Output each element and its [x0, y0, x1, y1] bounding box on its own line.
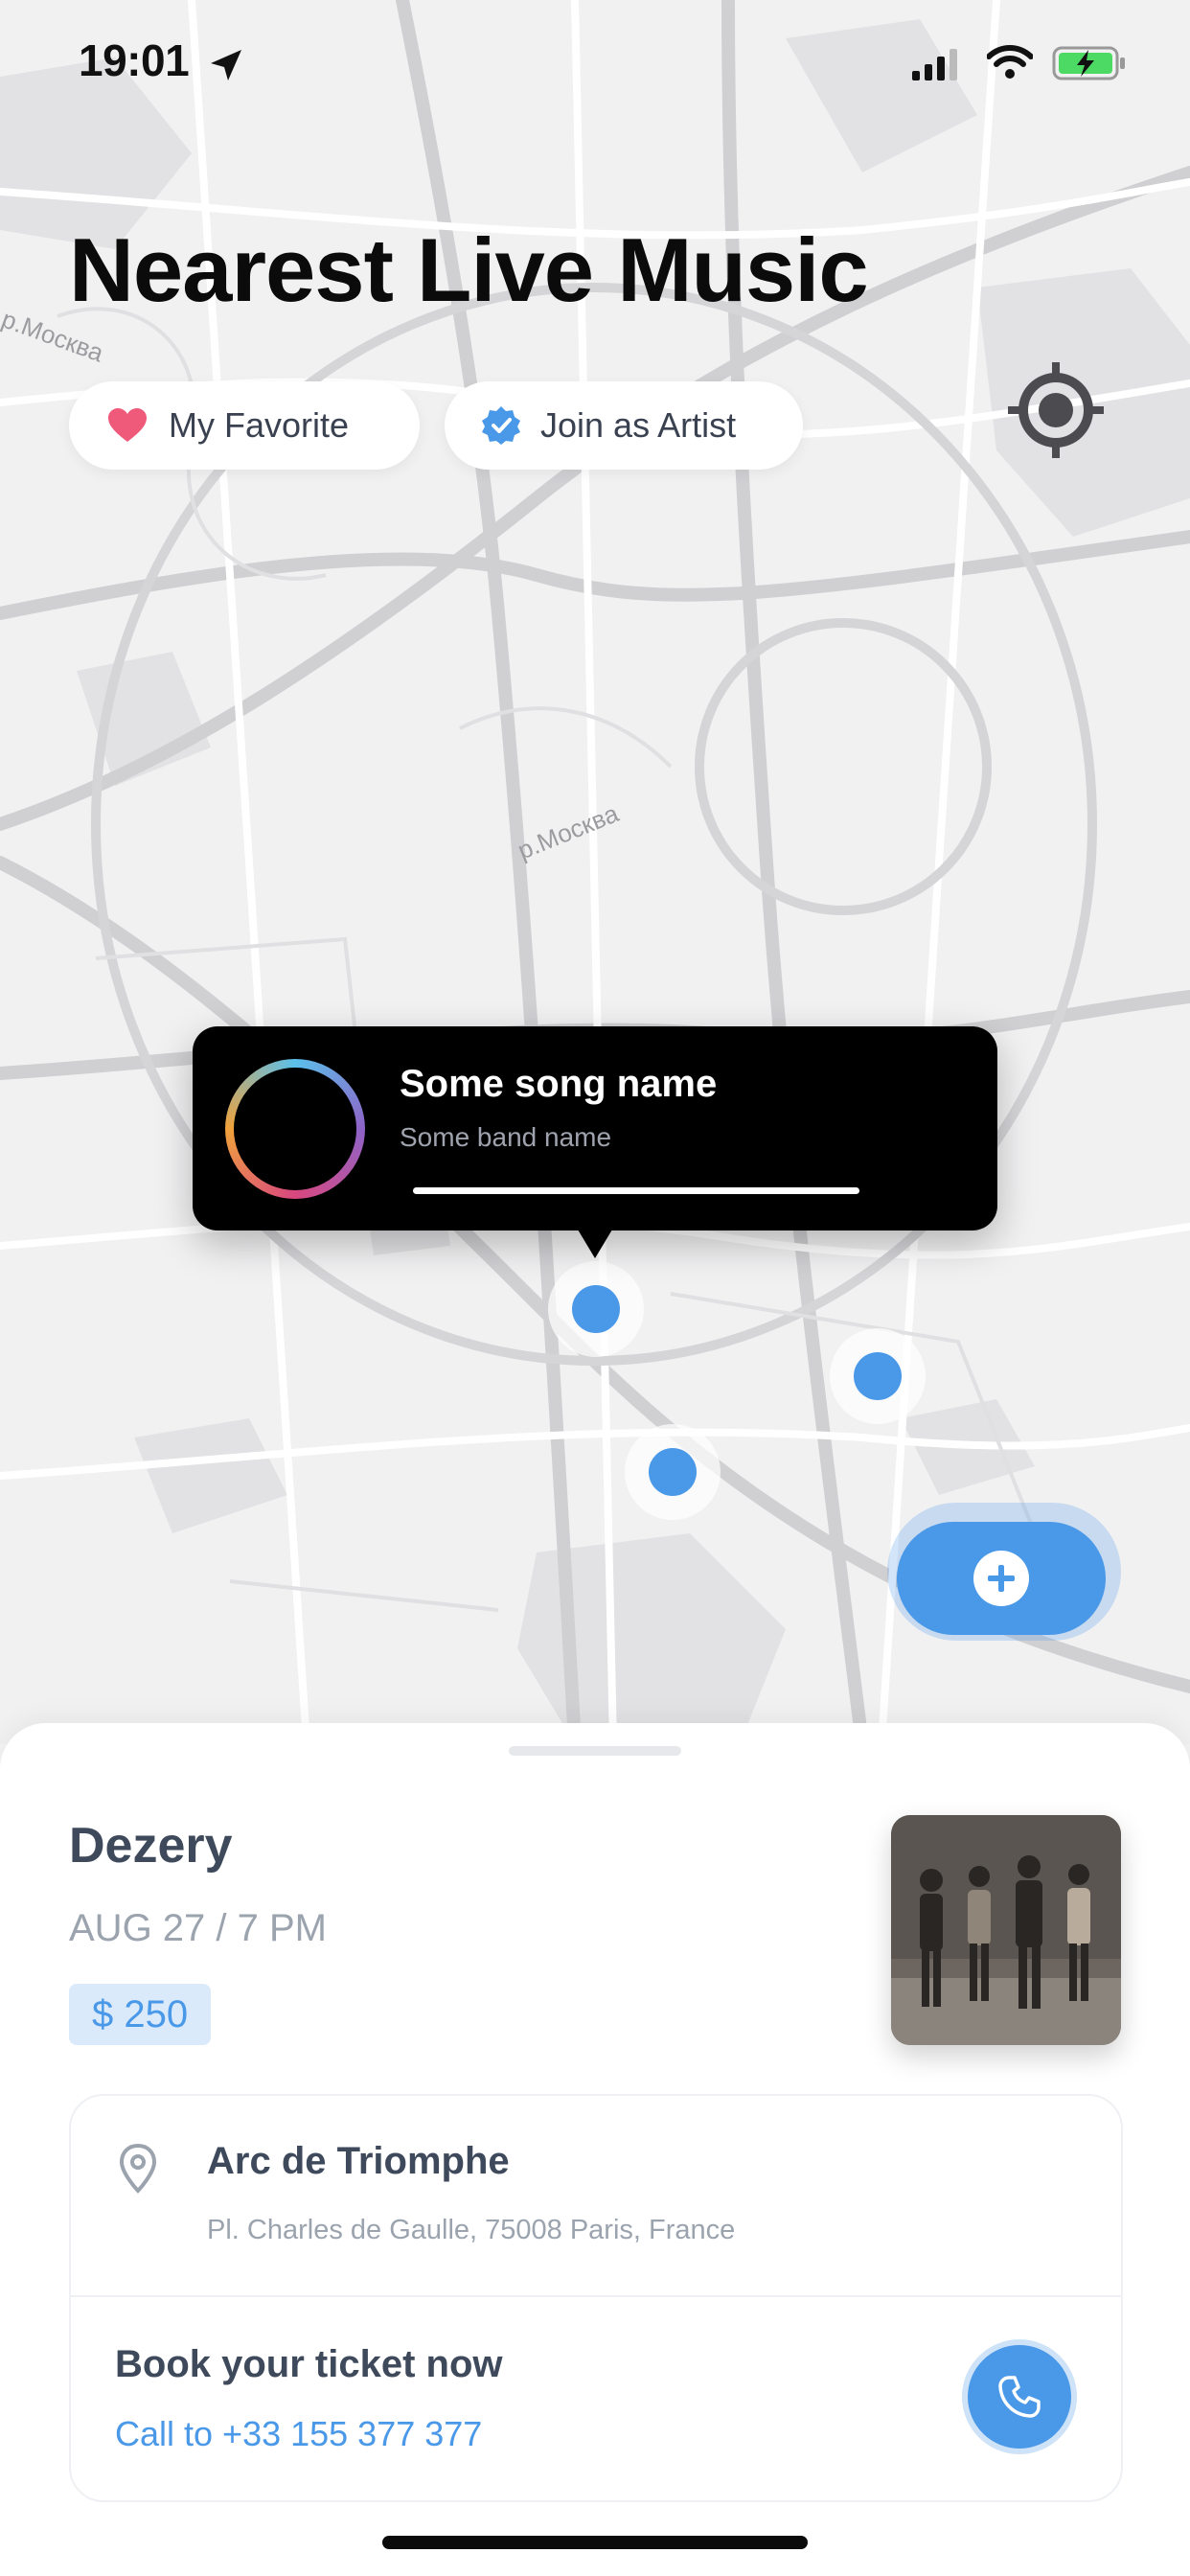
map-pin[interactable] — [649, 1448, 697, 1496]
popup-pointer — [578, 1230, 612, 1258]
sheet-drag-handle[interactable] — [509, 1746, 681, 1756]
venue-name: Arc de Triomphe — [207, 2140, 510, 2182]
playback-progress-bar[interactable] — [413, 1187, 859, 1194]
wifi-icon — [987, 45, 1033, 79]
cellular-signal-icon — [912, 49, 957, 80]
now-playing-popup[interactable]: Some song name Some band name — [193, 1026, 997, 1258]
heart-icon — [108, 408, 147, 442]
my-favorite-chip[interactable]: My Favorite — [69, 381, 420, 470]
artist-photo[interactable] — [891, 1815, 1121, 2045]
band-photo-image — [891, 1815, 1121, 2045]
page-title: Nearest Live Music — [69, 219, 869, 320]
artist-name: Dezery — [69, 1818, 233, 1874]
status-time: 19:01 — [79, 35, 190, 85]
battery-charging-icon — [1052, 46, 1125, 80]
venue-card: Arc de Triomphe Pl. Charles de Gaulle, 7… — [69, 2094, 1123, 2502]
call-phone-link[interactable]: Call to +33 155 377 377 — [115, 2414, 482, 2454]
book-ticket-title: Book your ticket now — [115, 2343, 503, 2385]
venue-address: Pl. Charles de Gaulle, 75008 Paris, Fran… — [207, 2215, 736, 2245]
location-arrow-icon — [211, 50, 241, 80]
crosshair-icon[interactable] — [1008, 362, 1104, 458]
band-name: Some band name — [400, 1122, 612, 1152]
phone-icon — [998, 2376, 1041, 2418]
status-bar: 19:01 — [0, 0, 1190, 125]
add-button[interactable] — [897, 1522, 1106, 1635]
price-badge: $ 250 — [69, 1984, 212, 2045]
my-favorite-label: My Favorite — [169, 405, 350, 445]
call-button[interactable] — [968, 2345, 1071, 2449]
join-as-artist-chip[interactable]: Join as Artist — [445, 381, 803, 470]
location-pin-icon — [119, 2144, 157, 2194]
map-label-river: р.Москва — [514, 798, 623, 864]
plus-icon — [973, 1551, 1029, 1606]
home-indicator — [382, 2536, 808, 2549]
map-pin[interactable] — [572, 1285, 620, 1333]
event-date: AUG 27 / 7 PM — [69, 1907, 327, 1949]
map-pin[interactable] — [854, 1352, 902, 1400]
verified-badge-icon — [482, 406, 520, 445]
join-as-artist-label: Join as Artist — [540, 405, 737, 445]
card-divider — [71, 2295, 1121, 2297]
album-art-ring — [225, 1059, 365, 1199]
song-title: Some song name — [400, 1063, 718, 1105]
